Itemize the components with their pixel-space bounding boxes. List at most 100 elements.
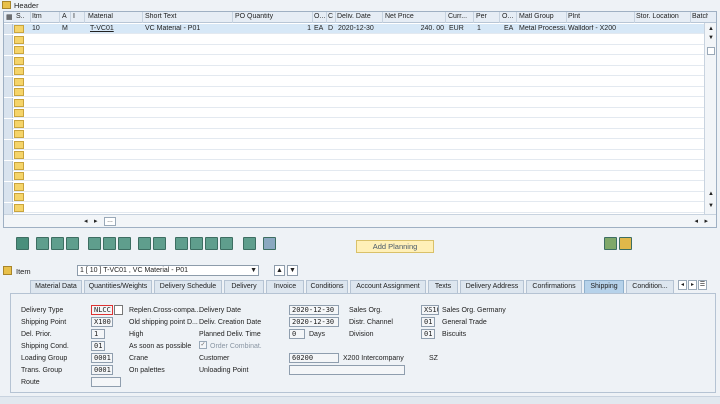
scroll-right-icon[interactable]: ▸	[704, 217, 708, 225]
tab-quantities-weights[interactable]: Quantities/Weights	[84, 280, 152, 293]
value-help-icon[interactable]	[114, 305, 123, 315]
tab-condition-control[interactable]: Condition...	[626, 280, 674, 293]
row-selector[interactable]	[4, 202, 13, 213]
sales-org-field[interactable]: XS10	[421, 305, 439, 315]
row-selector[interactable]	[4, 55, 13, 66]
row-selector[interactable]	[4, 118, 13, 129]
scroll-down-icon[interactable]: ▼	[708, 35, 714, 41]
scroll-thumb[interactable]: …	[104, 217, 116, 226]
row-selector[interactable]	[4, 34, 13, 45]
tab-invoice[interactable]: Invoice	[266, 280, 304, 293]
planned-deliv-field[interactable]: 0	[289, 329, 305, 339]
settings-icon[interactable]	[263, 237, 276, 250]
cell-material[interactable]: T-VC01	[90, 25, 140, 32]
shipping-point-field[interactable]: X100	[91, 317, 113, 327]
cell-deliv-date[interactable]: 2020-12-30	[338, 25, 382, 32]
tab-confirmations[interactable]: Confirmations	[526, 280, 582, 293]
row-selector[interactable]	[4, 181, 13, 192]
header-bar[interactable]: Header	[0, 0, 720, 10]
select-all-icon[interactable]	[66, 237, 79, 250]
cell-short-text[interactable]: VC Material - P01	[145, 25, 231, 32]
scroll-up-icon[interactable]: ▲	[708, 26, 714, 32]
col-header[interactable]: Stor. Location	[636, 13, 688, 20]
col-header[interactable]: Itm	[32, 13, 58, 20]
table-row[interactable]	[4, 55, 704, 66]
table-row[interactable]	[4, 108, 704, 118]
add-planning-button[interactable]: Add Planning	[356, 240, 434, 253]
vertical-scrollbar[interactable]: ▲ ▼ ▲ ▼	[704, 23, 716, 215]
del-prior-field[interactable]: 1	[91, 329, 105, 339]
transport-icon[interactable]	[604, 237, 617, 250]
next-item-button[interactable]: ▼	[287, 265, 298, 276]
lightning-icon[interactable]	[619, 237, 632, 250]
shipping-cond-field[interactable]: 01	[91, 341, 105, 351]
row-selector[interactable]	[4, 150, 13, 160]
table-row[interactable]	[4, 34, 704, 45]
table-row[interactable]	[4, 181, 704, 192]
col-header[interactable]: O...	[314, 13, 326, 20]
cell-po-qty[interactable]: 1	[235, 25, 311, 32]
tab-material-data[interactable]: Material Data	[30, 280, 82, 293]
row-selector[interactable]	[4, 139, 13, 150]
delivery-type-field[interactable]: NLCC	[91, 305, 113, 315]
row-selector[interactable]	[4, 87, 13, 97]
item-dropdown[interactable]: 1 [ 10 ] T-VC01 , VC Material - P01 ▼	[77, 265, 259, 276]
col-header[interactable]: S..	[16, 13, 30, 20]
table-row[interactable]: 10 M T-VC01 VC Material - P01 1 EA D 202…	[4, 24, 704, 34]
col-header[interactable]: Material	[88, 13, 138, 20]
table-row[interactable]	[4, 139, 704, 150]
sort-desc-icon[interactable]	[190, 237, 203, 250]
col-header[interactable]: Net Price	[385, 13, 435, 20]
calendar-icon[interactable]	[243, 237, 256, 250]
trans-group-field[interactable]: 0001	[91, 365, 113, 375]
config-icon[interactable]: ▦	[6, 13, 16, 21]
row-selector[interactable]	[4, 160, 13, 171]
row-selector[interactable]	[4, 97, 13, 108]
deliv-creation-field[interactable]: 2020-12-30	[289, 317, 339, 327]
cell-oun[interactable]: EA	[314, 25, 326, 32]
col-header[interactable]: Plnt	[568, 13, 632, 20]
deselect-icon[interactable]	[88, 237, 101, 250]
route-field[interactable]	[91, 377, 121, 387]
tab-scroll-left-icon[interactable]: ◂	[678, 280, 687, 290]
cell-plnt[interactable]: Walldorf - X200	[568, 25, 634, 32]
tab-list-icon[interactable]: ☰	[698, 280, 707, 290]
tab-account-assignment[interactable]: Account Assignment	[350, 280, 426, 293]
delete-icon[interactable]	[51, 237, 64, 250]
scroll-left-icon[interactable]: ◂	[84, 217, 88, 225]
table-row[interactable]	[4, 97, 704, 108]
cell-itm[interactable]: 10	[32, 25, 56, 32]
table-row[interactable]	[4, 66, 704, 76]
cell-curr[interactable]: EUR	[449, 25, 473, 32]
col-header[interactable]: Deliv. Date	[337, 13, 381, 20]
default-values-icon[interactable]	[138, 237, 151, 250]
tab-shipping[interactable]: Shipping	[584, 280, 624, 293]
col-header[interactable]: Per	[476, 13, 498, 20]
table-row[interactable]	[4, 150, 704, 160]
horizontal-scrollbar[interactable]: ◂ ▸ … ◂ ▸	[4, 214, 716, 227]
tab-delivery-address[interactable]: Delivery Address	[460, 280, 524, 293]
chevron-down-icon[interactable]: ▼	[250, 266, 257, 276]
col-header[interactable]: PO Quantity	[235, 13, 305, 20]
division-field[interactable]: 01	[421, 329, 435, 339]
add-icon[interactable]	[36, 237, 49, 250]
table-row[interactable]	[4, 202, 704, 213]
scroll-right-icon[interactable]: ▸	[94, 217, 98, 225]
scroll-thumb[interactable]	[707, 47, 715, 55]
table-row[interactable]	[4, 129, 704, 139]
unloading-point-field[interactable]	[289, 365, 405, 375]
scroll-left-icon[interactable]: ◂	[694, 217, 698, 225]
row-selector[interactable]	[4, 76, 13, 87]
header-icon[interactable]	[2, 1, 11, 9]
col-header[interactable]: Short Text	[145, 13, 230, 20]
col-header[interactable]: I	[73, 13, 81, 20]
tab-texts[interactable]: Texts	[428, 280, 458, 293]
row-selector[interactable]	[4, 108, 13, 118]
cell-a[interactable]: M	[62, 25, 70, 32]
row-selector[interactable]	[4, 129, 13, 139]
distr-channel-field[interactable]: 01	[421, 317, 435, 327]
table-row[interactable]	[4, 76, 704, 87]
scroll-down-icon[interactable]: ▼	[708, 203, 714, 209]
col-header[interactable]: A	[62, 13, 70, 20]
sum-icon[interactable]	[220, 237, 233, 250]
